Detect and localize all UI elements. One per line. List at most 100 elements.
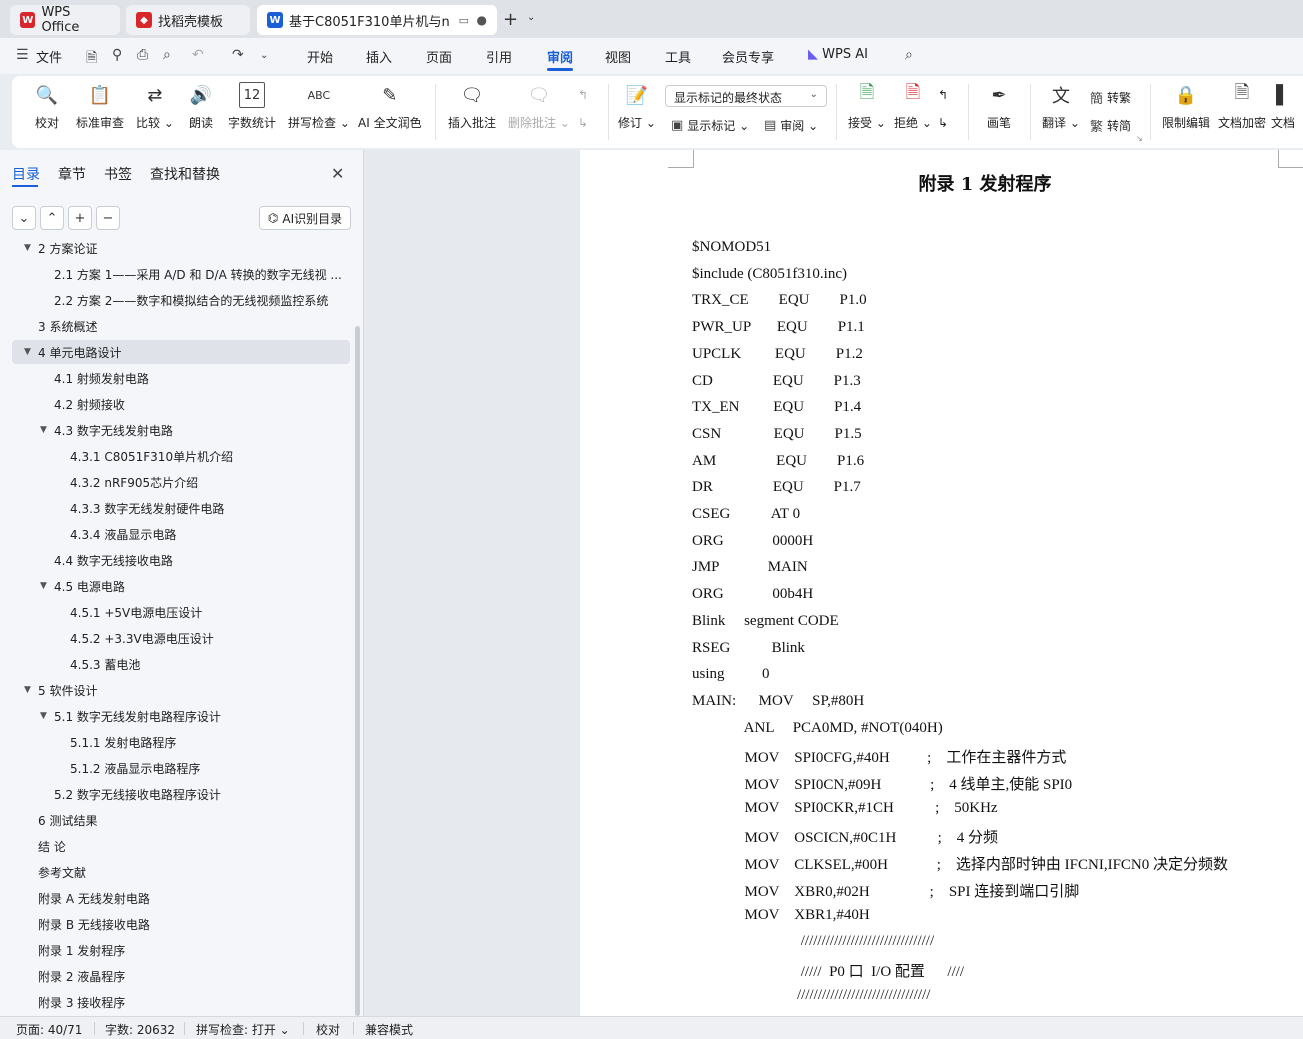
toc-item[interactable]: 4.1 射频发射电路 bbox=[40, 366, 149, 390]
close-icon[interactable]: ✕ bbox=[331, 164, 344, 183]
tab-bookmarks[interactable]: 书签 bbox=[104, 164, 132, 184]
toc-item[interactable]: 结 论 bbox=[24, 834, 66, 858]
monitor-icon[interactable]: ▭ bbox=[459, 14, 469, 27]
hamburger-icon[interactable]: ☰ bbox=[16, 47, 29, 63]
document-page[interactable]: 附录 1 发射程序 $NOMOD51 $include (C8051f310.in… bbox=[580, 150, 1303, 1016]
link-icon[interactable]: ⚲ bbox=[112, 47, 122, 63]
doc-encrypt-button[interactable]: 🗎 文档加密 bbox=[1218, 82, 1266, 131]
pen-button[interactable]: ✒ 画笔 bbox=[986, 82, 1012, 131]
toc-item[interactable]: ▼ 4 单元电路设计 bbox=[12, 340, 350, 364]
toc-item[interactable]: 5.2 数字无线接收电路程序设计 bbox=[40, 782, 221, 806]
tab-toc[interactable]: 目录 bbox=[12, 164, 40, 184]
word-count[interactable]: 字数: 20632 bbox=[105, 1021, 175, 1038]
new-tab-icon[interactable]: + bbox=[503, 9, 518, 30]
menu-file[interactable]: 文件 bbox=[36, 47, 62, 66]
ai-polish-button[interactable]: ✎ AI 全文润色 bbox=[358, 82, 422, 131]
read-aloud-button[interactable]: 🔊 朗读 bbox=[188, 82, 214, 131]
tab-find-replace[interactable]: 查找和替换 bbox=[150, 164, 220, 184]
toc-item[interactable]: 附录 A 无线发射电路 bbox=[24, 886, 150, 910]
menu-member[interactable]: 会员专享 bbox=[722, 47, 774, 66]
toc-item[interactable]: ▼ 2 方案论证 bbox=[24, 238, 97, 260]
expand-triangle-icon[interactable]: ▼ bbox=[24, 243, 38, 253]
collapse-all-button[interactable]: ⌄ bbox=[12, 206, 36, 230]
toc-item[interactable]: ▼ 5 软件设计 bbox=[24, 678, 97, 702]
expand-triangle-icon[interactable]: ▼ bbox=[40, 581, 54, 591]
toc-item[interactable]: 4.5.3 蓄电池 bbox=[56, 652, 140, 676]
menu-insert[interactable]: 插入 bbox=[366, 47, 392, 66]
toc-item[interactable]: 附录 3 接收程序 bbox=[24, 990, 125, 1014]
previous-change-icon[interactable]: ↰ bbox=[938, 88, 948, 102]
tab-wps-office[interactable]: W WPS Office bbox=[10, 5, 120, 35]
toc-item[interactable]: 4.5.2 +3.3V电源电压设计 bbox=[56, 626, 214, 650]
redo-icon[interactable]: ↷ bbox=[232, 47, 244, 63]
remove-heading-button[interactable]: − bbox=[96, 206, 120, 230]
toc-item[interactable]: 4.2 射频接收 bbox=[40, 392, 125, 416]
menu-view[interactable]: 视图 bbox=[605, 47, 631, 66]
save-icon[interactable]: 🗎 bbox=[86, 47, 97, 71]
proofread-status[interactable]: 校对 bbox=[316, 1021, 340, 1038]
toc-item[interactable]: 4.3.4 液晶显示电路 bbox=[56, 522, 176, 546]
word-count-button[interactable]: 12 字数统计 bbox=[228, 82, 276, 131]
tab-chapters[interactable]: 章节 bbox=[58, 164, 86, 184]
chevron-down-icon[interactable]: ⌄ bbox=[527, 12, 535, 23]
expand-triangle-icon[interactable]: ▼ bbox=[24, 347, 38, 357]
toc-item[interactable]: 6 测试结果 bbox=[24, 808, 97, 832]
next-change-icon[interactable]: ↳ bbox=[938, 116, 948, 130]
toc-item[interactable]: 4.5.1 +5V电源电压设计 bbox=[56, 600, 202, 624]
chevron-down-icon[interactable]: ⌄ bbox=[260, 50, 268, 61]
proofread-button[interactable]: 🔍 校对 bbox=[34, 82, 60, 131]
expand-corner-icon[interactable]: ↘ bbox=[1136, 134, 1143, 143]
print-icon[interactable]: ⎙ bbox=[137, 47, 148, 63]
compare-button[interactable]: ⇄ 比较 ⌄ bbox=[136, 82, 174, 131]
doc-more-button[interactable]: ▌ 文档 bbox=[1270, 82, 1296, 131]
toc-item[interactable]: 2.2 方案 2——数字和模拟结合的无线视频监控系统 bbox=[40, 288, 328, 312]
previous-comment-icon[interactable]: ↰ bbox=[578, 88, 588, 102]
toc-item[interactable]: 5.1.1 发射电路程序 bbox=[56, 730, 176, 754]
restrict-edit-button[interactable]: 🔒 限制编辑 bbox=[1162, 82, 1210, 131]
menu-tools[interactable]: 工具 bbox=[665, 47, 691, 66]
toc-scrollbar[interactable] bbox=[355, 326, 360, 1016]
menu-page[interactable]: 页面 bbox=[426, 47, 452, 66]
toc-item[interactable]: ▼ 5.1 数字无线发射电路程序设计 bbox=[40, 704, 221, 728]
accept-button[interactable]: 🗎 接受 ⌄ bbox=[848, 82, 886, 131]
spell-check-button[interactable]: ABC 拼写检查 ⌄ bbox=[288, 82, 350, 131]
undo-icon[interactable]: ↶ bbox=[192, 47, 204, 63]
show-markup-button[interactable]: ▣ 显示标记 ⌄ bbox=[671, 117, 749, 134]
tab-docer[interactable]: ◆ 找稻壳模板 bbox=[126, 5, 250, 35]
insert-comment-button[interactable]: 🗨 插入批注 bbox=[448, 82, 496, 131]
tab-document[interactable]: W 基于C8051F310单片机与nRF ▭ ● bbox=[257, 5, 497, 35]
spell-check-status[interactable]: 拼写检查: 打开 ⌄ bbox=[196, 1021, 290, 1038]
toc-item[interactable]: 附录 B 无线接收电路 bbox=[24, 912, 150, 936]
page-count[interactable]: 页面: 40/71 bbox=[16, 1021, 82, 1038]
toc-item[interactable]: 3 系统概述 bbox=[24, 314, 97, 338]
menu-review[interactable]: 审阅 bbox=[547, 47, 573, 66]
expand-triangle-icon[interactable]: ▼ bbox=[40, 425, 54, 435]
next-comment-icon[interactable]: ↳ bbox=[578, 116, 588, 130]
ai-toc-button[interactable]: ⌬ AI识别目录 bbox=[259, 206, 351, 230]
toc-item[interactable]: ▼ 4.3 数字无线发射电路 bbox=[40, 418, 173, 442]
revise-button[interactable]: 📝 修订 ⌄ bbox=[618, 82, 656, 131]
toc-item[interactable]: 4.4 数字无线接收电路 bbox=[40, 548, 173, 572]
reject-button[interactable]: 🗎 拒绝 ⌄ bbox=[894, 82, 932, 131]
expand-triangle-icon[interactable]: ▼ bbox=[24, 685, 38, 695]
toc-item[interactable]: 4.3.2 nRF905芯片介绍 bbox=[56, 470, 198, 494]
markup-display-dropdown[interactable]: 显示标记的最终状态 ⌄ bbox=[665, 85, 827, 107]
translate-button[interactable]: 文翻译 ⌄ bbox=[1042, 82, 1080, 131]
toc-item[interactable]: 5.1.2 液晶显示电路程序 bbox=[56, 756, 200, 780]
toc-item[interactable]: 附录 2 液晶程序 bbox=[24, 964, 125, 988]
standard-review-button[interactable]: 📋 标准审查 bbox=[76, 82, 124, 131]
to-traditional-button[interactable]: 簡转繁 bbox=[1090, 88, 1131, 107]
menu-reference[interactable]: 引用 bbox=[486, 47, 512, 66]
review-pane-button[interactable]: ▤ 审阅 ⌄ bbox=[764, 117, 818, 134]
to-simplified-button[interactable]: 繁转简 bbox=[1090, 116, 1131, 135]
expand-up-button[interactable]: ⌃ bbox=[40, 206, 64, 230]
delete-comment-button[interactable]: 🗨 删除批注 ⌄ bbox=[508, 82, 570, 131]
search-icon[interactable]: ⌕ bbox=[905, 47, 913, 63]
toc-item[interactable]: 4.3.1 C8051F310单片机介绍 bbox=[56, 444, 233, 468]
toc-item[interactable]: ▼ 4.5 电源电路 bbox=[40, 574, 125, 598]
menu-home[interactable]: 开始 bbox=[307, 47, 333, 66]
add-heading-button[interactable]: + bbox=[68, 206, 92, 230]
menu-wps-ai[interactable]: ◣ WPS AI bbox=[808, 47, 868, 62]
print-preview-icon[interactable]: ⌕ bbox=[163, 47, 171, 63]
toc-item[interactable]: 2.1 方案 1——采用 A/D 和 D/A 转换的数字无线视 ... bbox=[40, 262, 342, 286]
